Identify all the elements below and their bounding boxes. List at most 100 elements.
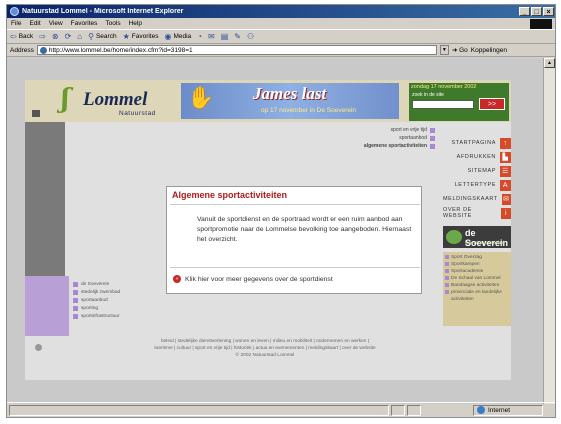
site-footer: beleid | stedelijke dienstverlening | wo… — [65, 338, 465, 359]
edit-button[interactable]: ✎ — [234, 32, 241, 41]
nav-lettertype[interactable]: LETTERTYPE A — [443, 178, 511, 192]
close-button[interactable]: × — [543, 7, 554, 16]
list-item[interactable]: Bandaagse activiteiten — [443, 282, 511, 289]
maximize-button[interactable]: □ — [531, 7, 542, 16]
bullet-icon — [445, 255, 449, 259]
printer-icon: ▤ — [220, 32, 229, 41]
print-button[interactable]: ▤ — [221, 32, 229, 41]
conductor-figure-icon: ✋ — [187, 85, 215, 110]
windows-logo-icon — [530, 18, 552, 29]
lommel-site: ʃ Lommel Natuurstad ✋ James last op 17 n… — [25, 80, 511, 380]
stop-button[interactable]: ⊗ — [52, 32, 59, 41]
list-item[interactable]: sportaanbod — [73, 296, 165, 304]
bullet-icon — [73, 305, 78, 311]
status-text — [9, 404, 389, 416]
menu-favorites[interactable]: Favorites — [71, 20, 98, 27]
left-accent-block — [25, 276, 69, 336]
footer-dot-icon — [35, 344, 42, 351]
lommel-logo[interactable]: ʃ Lommel Natuurstad — [61, 84, 171, 118]
bullet-icon — [445, 269, 449, 273]
footer-links-2[interactable]: toerisme | cultuur | sport en vrije tijd… — [65, 345, 465, 352]
minimize-button[interactable]: _ — [519, 7, 530, 16]
mail-button[interactable]: ✉ — [208, 32, 215, 41]
favorites-icon: ★ — [122, 32, 130, 41]
nav-meldingskaart[interactable]: MELDINGSKAART ✉ — [443, 192, 511, 206]
right-navigation: STARTPAGINA ↑ AFDRUKKEN ▙ SITEMAP ☰ LETTERT… — [443, 136, 511, 220]
back-button[interactable]: ⇦ Back — [10, 32, 33, 41]
bullet-icon — [430, 135, 435, 141]
notice-icon: ✉ — [501, 193, 511, 205]
search-button[interactable]: ⚲ Search — [88, 32, 116, 41]
breadcrumb-item[interactable]: sport en vrije tijd — [315, 126, 435, 134]
list-item[interactable]: De Schaal van Lommel — [443, 275, 511, 282]
up-arrow-icon: ↑ — [500, 137, 511, 149]
soeverein-banner[interactable]: de Soeverein lopevenementenhal — [443, 226, 511, 248]
vertical-scrollbar[interactable]: ▲ — [543, 58, 555, 404]
browser-window: Natuurstad Lommel - Microsoft Internet E… — [6, 4, 556, 418]
menu-toggle-icon[interactable] — [32, 110, 40, 117]
home-button[interactable]: ⌂ — [77, 32, 82, 41]
james-last-banner[interactable]: ✋ James last op 17 november in De Soever… — [181, 83, 399, 119]
refresh-button[interactable]: ⟳ — [65, 32, 72, 41]
nav-afdrukken[interactable]: AFDRUKKEN ▙ — [443, 150, 511, 164]
info-popup: Algemene sportactiviteiten Vanuit de spo… — [166, 186, 422, 294]
edit-icon: ✎ — [234, 32, 241, 41]
site-search-button[interactable]: >> — [479, 98, 505, 110]
bullet-icon — [430, 143, 435, 149]
divider — [170, 204, 420, 205]
nav-sitemap[interactable]: SITEMAP ☰ — [443, 164, 511, 178]
go-button[interactable]: ➜ Go — [452, 46, 468, 54]
links-button[interactable]: Koppelingen — [471, 47, 507, 54]
list-item[interactable]: stedelijk zwembad — [73, 288, 165, 296]
site-search-input[interactable] — [412, 100, 474, 109]
info-icon: i — [501, 207, 511, 219]
list-item[interactable]: sportinfrastructuur — [73, 312, 165, 320]
list-item[interactable]: Sportkampen — [443, 261, 511, 268]
address-dropdown-button[interactable]: ▼ — [439, 45, 449, 55]
sportdienst-link[interactable]: » Klik hier voor meer gegevens over de s… — [173, 275, 333, 283]
menu-tools[interactable]: Tools — [105, 20, 120, 27]
soeverein-title: de Soeverein — [465, 228, 509, 248]
footer-copyright: © 2002 Natuurstad Lommel — [235, 353, 295, 358]
nav-over-de-website[interactable]: OVER DE WEBSITE i — [443, 206, 511, 220]
search-label: zoek in de site — [412, 92, 444, 98]
printer-icon: ▙ — [500, 151, 511, 163]
list-item[interactable]: sporting — [73, 304, 165, 312]
status-cell — [391, 404, 405, 416]
toolbar: ⇦ Back ⇨ ⊗ ⟳ ⌂ ⚲ Search ★ Favorites ◉ Media … — [7, 29, 555, 44]
banner-sub: op 17 november in De Soeverein — [261, 107, 357, 114]
bullet-icon — [445, 276, 449, 280]
left-link-list: de Soeverein stedelijk zwembad sportaanb… — [73, 280, 165, 320]
status-bar: Internet — [7, 402, 555, 417]
list-item[interactable]: Sport Overzag — [443, 254, 511, 261]
bullet-icon — [445, 290, 449, 294]
favorites-button[interactable]: ★ Favorites — [123, 32, 159, 41]
scroll-up-icon[interactable]: ▲ — [544, 58, 555, 68]
menu-bar: File Edit View Favorites Tools Help — [7, 18, 555, 29]
menu-file[interactable]: File — [11, 20, 21, 27]
menu-view[interactable]: View — [49, 20, 63, 27]
bullet-icon — [73, 297, 78, 303]
logo-sub: Natuurstad — [119, 110, 156, 117]
media-button[interactable]: ◉ Media — [164, 32, 191, 41]
popup-title: Algemene sportactiviteiten — [172, 190, 288, 200]
swirl-logo-icon: ʃ — [61, 84, 70, 114]
list-item[interactable]: Sportacademie — [443, 268, 511, 275]
menu-help[interactable]: Help — [129, 20, 142, 27]
nav-startpagina[interactable]: STARTPAGINA ↑ — [443, 136, 511, 150]
messenger-button[interactable]: ⚇ — [247, 32, 254, 41]
forward-button[interactable]: ⇨ — [39, 32, 46, 41]
title-bar: Natuurstad Lommel - Microsoft Internet E… — [7, 5, 555, 18]
footer-links-1[interactable]: beleid | stedelijke dienstverlening | wo… — [65, 338, 465, 345]
address-input[interactable]: http://www.lommel.be/home/index.cfm?id=3… — [36, 45, 437, 55]
breadcrumb-item[interactable]: sportaanbod — [315, 134, 435, 142]
list-item[interactable]: provinciale en landelijke activiteiten — [443, 289, 511, 303]
logo-name: Lommel — [83, 89, 148, 110]
list-item[interactable]: de Soeverein — [73, 280, 165, 288]
back-arrow-icon: ⇦ — [10, 32, 17, 41]
popup-body: Vanuit de sportdienst en de sportraad wo… — [197, 216, 412, 243]
current-date: zondag 17 november 2002 — [411, 84, 477, 90]
history-button[interactable]: ◔ — [197, 32, 202, 41]
menu-edit[interactable]: Edit — [29, 20, 40, 27]
go-arrow-icon: ➜ — [451, 47, 458, 54]
